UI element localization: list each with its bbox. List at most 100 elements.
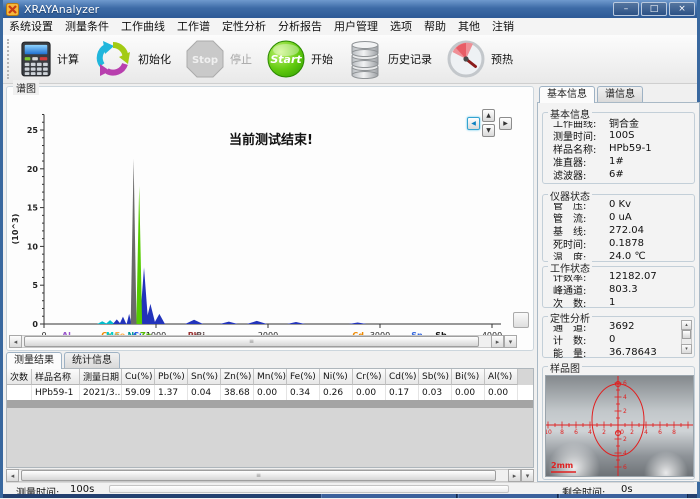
column-header[interactable]: Cd(%) — [386, 369, 419, 385]
scroll-left-button[interactable]: ◂ — [6, 469, 19, 482]
toolbar-drag-handle[interactable] — [7, 39, 12, 79]
column-header[interactable]: Al(%) — [485, 369, 518, 385]
close-button[interactable]: × — [669, 2, 695, 16]
window-controls: – □ × — [613, 2, 697, 16]
column-header[interactable]: Cr(%) — [353, 369, 386, 385]
initialize-button[interactable]: 初始化 — [93, 39, 171, 79]
info-panel: 基本信息 工作曲线:铜合金测量时间:100S样品名称:HPb59-1准直器:1#… — [537, 102, 700, 482]
table-cell[interactable]: 38.68 — [221, 385, 254, 400]
table-horizontal-scrollbar[interactable]: ◂ ≡ ▸ ▾ — [6, 469, 534, 482]
scrollbar-thumb[interactable] — [682, 330, 691, 339]
history-button[interactable]: 历史记录 — [347, 39, 432, 79]
table-cell[interactable]: 0.00 — [485, 385, 518, 400]
column-header[interactable]: Cu(%) — [122, 369, 155, 385]
scrollbar-track[interactable] — [681, 330, 692, 344]
scroll-dropdown-button[interactable]: ▾ — [521, 469, 534, 482]
grip-icon: ≡ — [256, 472, 261, 479]
peak — [349, 322, 367, 324]
y-tick-label: 15 — [27, 204, 39, 213]
table-cell[interactable]: 0.26 — [320, 385, 353, 400]
v-ruler-label: 2 — [623, 408, 627, 415]
calculate-button[interactable]: 计算 — [20, 40, 79, 78]
scroll-left-button[interactable]: ◂ — [9, 335, 22, 348]
tab-statistics[interactable]: 统计信息 — [64, 352, 120, 368]
column-header[interactable]: 次数 — [7, 369, 32, 385]
field-value: 1 — [609, 297, 615, 308]
table-cell[interactable]: 0.00 — [353, 385, 386, 400]
stop-button[interactable]: Stop 停止 — [185, 39, 252, 79]
menu-logout[interactable]: 注销 — [486, 18, 520, 35]
gauge-icon — [446, 39, 486, 79]
spectrum-panel-legend: 谱图 — [13, 80, 39, 95]
menu-measure-conditions[interactable]: 测量条件 — [59, 18, 115, 35]
menu-qualitative-analysis[interactable]: 定性分析 — [216, 18, 272, 35]
tab-basic-info[interactable]: 基本信息 — [539, 86, 595, 103]
column-header[interactable]: Zn(%) — [221, 369, 254, 385]
menu-help[interactable]: 帮助 — [418, 18, 452, 35]
menu-analysis-report[interactable]: 分析报告 — [272, 18, 328, 35]
measure-progress-bar — [109, 485, 509, 493]
menu-options[interactable]: 选项 — [384, 18, 418, 35]
column-header[interactable]: Mn(%) — [254, 369, 287, 385]
y-tick-label: 0 — [32, 320, 38, 329]
column-header[interactable]: Pb(%) — [155, 369, 188, 385]
grip-icon: ≡ — [249, 338, 254, 345]
info-row: 滤波器:6# — [543, 168, 694, 181]
menu-other[interactable]: 其他 — [452, 18, 486, 35]
scroll-right-button[interactable]: ▸ — [491, 335, 504, 348]
toolbar-button-label: 计算 — [57, 51, 79, 67]
pan-left-button[interactable]: ◀ — [467, 117, 480, 130]
scrollbar-track[interactable]: ≡ — [19, 469, 508, 482]
pan-right-button[interactable]: ▶ — [499, 117, 512, 130]
column-header[interactable]: Sn(%) — [188, 369, 221, 385]
scrollbar-thumb[interactable]: ≡ — [21, 470, 496, 481]
column-header[interactable]: Bi(%) — [452, 369, 485, 385]
field-label: 滤波器: — [553, 167, 607, 182]
database-icon — [347, 39, 383, 79]
scroll-up-button[interactable]: ▴ — [681, 320, 692, 330]
minimize-button[interactable]: – — [613, 2, 639, 16]
results-table: 次数样品名称测量日期Cu(%)Pb(%)Sn(%)Zn(%)Mn(%)Fe(%)… — [6, 368, 534, 468]
scroll-dropdown-button[interactable]: ▾ — [504, 335, 517, 348]
table-cell[interactable]: 2021/3... — [80, 385, 122, 400]
scrollbar-track[interactable]: ≡ — [22, 335, 491, 348]
table-cell[interactable]: 59.09 — [122, 385, 155, 400]
table-row[interactable]: HPb59-12021/3...59.091.370.0438.680.000.… — [7, 385, 533, 400]
tab-spectrum-info[interactable]: 谱信息 — [597, 86, 643, 102]
table-cell[interactable]: 1.37 — [155, 385, 188, 400]
menu-system-settings[interactable]: 系统设置 — [3, 18, 59, 35]
menu-work-curve[interactable]: 工作曲线 — [115, 18, 171, 35]
field-value: 36.78643 — [609, 347, 657, 358]
column-header[interactable]: Ni(%) — [320, 369, 353, 385]
scroll-right-button[interactable]: ▸ — [508, 469, 521, 482]
toolbar-button-label: 开始 — [311, 51, 333, 67]
pan-down-button[interactable]: ▼ — [482, 124, 495, 137]
stop-badge: Stop — [192, 55, 218, 66]
maximize-button[interactable]: □ — [641, 2, 667, 16]
table-cell[interactable] — [7, 385, 32, 400]
title-bar[interactable]: XRAYAnalyzer – □ × — [3, 0, 697, 18]
column-header[interactable]: Fe(%) — [287, 369, 320, 385]
chart-horizontal-scrollbar[interactable]: ◂ ≡ ▸ ▾ — [9, 335, 517, 348]
menu-work-spectrum[interactable]: 工作谱 — [171, 18, 216, 35]
toolbar-button-label: 初始化 — [138, 51, 171, 67]
table-cell[interactable]: 0.03 — [419, 385, 452, 400]
tab-measure-results[interactable]: 测量结果 — [6, 352, 62, 369]
table-cell[interactable]: 0.17 — [386, 385, 419, 400]
table-cell[interactable]: 0.00 — [452, 385, 485, 400]
table-cell[interactable]: HPb59-1 — [32, 385, 80, 400]
qualitative-scrollbar[interactable]: ▴ ▾ — [681, 320, 692, 354]
column-header[interactable]: 测量日期 — [80, 369, 122, 385]
column-header[interactable]: Sb(%) — [419, 369, 452, 385]
pan-up-button[interactable]: ▲ — [482, 109, 495, 122]
table-cell[interactable]: 0.34 — [287, 385, 320, 400]
preheat-button[interactable]: 预热 — [446, 39, 513, 79]
table-cell[interactable]: 0.00 — [254, 385, 287, 400]
menu-user-management[interactable]: 用户管理 — [328, 18, 384, 35]
table-cell[interactable]: 0.04 — [188, 385, 221, 400]
scrollbar-thumb[interactable]: ≡ — [24, 336, 479, 347]
scroll-down-button[interactable]: ▾ — [681, 344, 692, 354]
column-header[interactable]: 样品名称 — [32, 369, 80, 385]
start-button[interactable]: Start 开始 — [266, 39, 333, 79]
toolbar-button-label: 停止 — [230, 51, 252, 67]
